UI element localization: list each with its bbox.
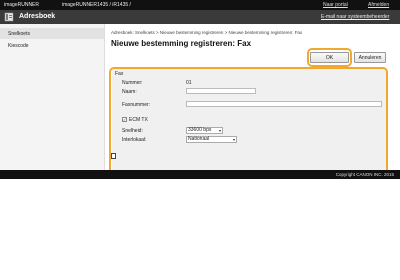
main-content: Adresboek: Snelkoets > Nieuwe bestemming…	[105, 24, 400, 175]
cancel-button[interactable]: Annuleren	[354, 52, 386, 63]
page-title: Adresboek	[19, 13, 56, 20]
document-icon	[111, 153, 116, 159]
device-model: imageRUNNER1435 / iR1435 /	[62, 2, 131, 8]
copyright: Copyright CANON INC. 2015	[335, 172, 394, 177]
address-book-header: Adresboek E-mail naar systeembeheerder	[0, 10, 400, 24]
ok-button[interactable]: OK	[310, 52, 349, 63]
sidebar: Snelkoets Kiescode	[0, 24, 105, 170]
address-book-icon	[4, 12, 14, 22]
sidebar-item-label: Snelkoets	[8, 31, 30, 37]
top-bar: imageRUNNER imageRUNNER1435 / iR1435 / N…	[0, 0, 400, 10]
sidebar-item-snelkoets[interactable]: Snelkoets	[0, 28, 104, 39]
form-highlight	[109, 67, 388, 175]
logout-link[interactable]: Afmelden	[368, 2, 389, 8]
app-name: imageRUNNER	[4, 2, 40, 8]
mail-admin-link[interactable]: E-mail naar systeembeheerder	[321, 14, 389, 20]
sidebar-item-label: Kiescode	[8, 43, 29, 49]
portal-link[interactable]: Naar portal	[323, 2, 348, 8]
sidebar-item-kiescode[interactable]: Kiescode	[0, 40, 104, 51]
page-heading: Nieuwe bestemming registreren: Fax	[111, 39, 252, 48]
footer: Copyright CANON INC. 2015	[0, 170, 400, 179]
breadcrumb: Adresboek: Snelkoets > Nieuwe bestemming…	[111, 30, 303, 35]
